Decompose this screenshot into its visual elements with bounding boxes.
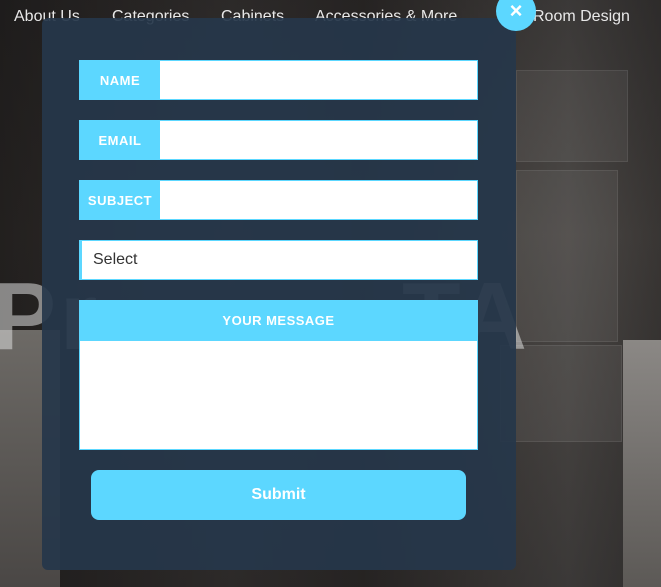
email-label: EMAIL	[80, 121, 160, 159]
nav-item-room-design[interactable]: Room Design	[533, 8, 630, 26]
subject-input[interactable]	[160, 181, 477, 219]
email-field: EMAIL	[79, 120, 478, 160]
name-field: NAME	[79, 60, 478, 100]
subject-label: SUBJECT	[80, 181, 160, 219]
name-label: NAME	[80, 61, 160, 99]
message-textarea[interactable]	[79, 340, 478, 450]
background-cabinet-panel	[516, 70, 628, 162]
background-island	[623, 340, 661, 587]
submit-button[interactable]: Submit	[91, 470, 466, 520]
name-input[interactable]	[160, 61, 477, 99]
email-input[interactable]	[160, 121, 477, 159]
category-select[interactable]: Select	[79, 240, 478, 280]
subject-field: SUBJECT	[79, 180, 478, 220]
background-oven-panel	[516, 170, 618, 342]
message-label: YOUR MESSAGE	[79, 300, 478, 340]
